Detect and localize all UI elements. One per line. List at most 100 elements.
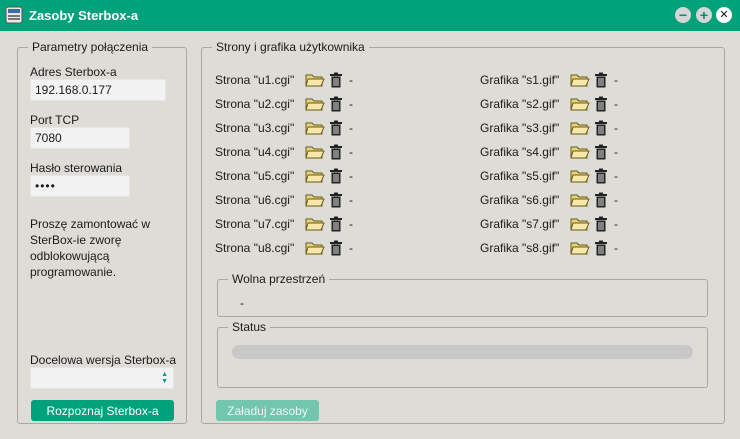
page-name: Strona "u6.cgi" xyxy=(215,193,295,207)
trash-icon[interactable] xyxy=(594,120,608,136)
page-name: Strona "u2.cgi" xyxy=(215,97,295,111)
folder-open-icon[interactable] xyxy=(305,192,325,208)
free-space-value: - xyxy=(240,296,244,310)
graphic-row: Grafika "s3.gif" - xyxy=(480,118,618,138)
maximize-button[interactable]: + xyxy=(696,7,712,23)
programming-note: Proszę zamontować w SterBox-ie zworę odb… xyxy=(30,217,151,279)
address-label: Adres Sterbox-a xyxy=(30,65,117,79)
graphic-size-value: - xyxy=(614,169,618,183)
minimize-button[interactable]: − xyxy=(675,7,691,23)
trash-icon[interactable] xyxy=(329,168,343,184)
page-size-value: - xyxy=(349,121,353,135)
minimize-icon: − xyxy=(678,7,688,23)
trash-icon[interactable] xyxy=(594,216,608,232)
graphic-name: Grafika "s5.gif" xyxy=(480,169,560,183)
folder-open-icon[interactable] xyxy=(570,120,590,136)
graphic-size-value: - xyxy=(614,217,618,231)
address-input[interactable]: 192.168.0.177 xyxy=(30,79,166,101)
page-size-value: - xyxy=(349,145,353,159)
folder-open-icon[interactable] xyxy=(305,144,325,160)
status-progress-bar xyxy=(232,345,693,359)
folder-open-icon[interactable] xyxy=(570,96,590,112)
page-row: Strona "u7.cgi" - xyxy=(215,214,353,234)
folder-open-icon[interactable] xyxy=(570,168,590,184)
trash-icon[interactable] xyxy=(594,96,608,112)
page-name: Strona "u7.cgi" xyxy=(215,217,295,231)
folder-open-icon[interactable] xyxy=(570,240,590,256)
graphic-row: Grafika "s2.gif" - xyxy=(480,94,618,114)
graphic-size-value: - xyxy=(614,73,618,87)
page-name: Strona "u4.cgi" xyxy=(215,145,295,159)
page-name: Strona "u1.cgi" xyxy=(215,73,295,87)
trash-icon[interactable] xyxy=(329,216,343,232)
folder-open-icon[interactable] xyxy=(305,96,325,112)
trash-icon[interactable] xyxy=(594,72,608,88)
graphic-name: Grafika "s7.gif" xyxy=(480,217,560,231)
graphic-name: Grafika "s6.gif" xyxy=(480,193,560,207)
page-name: Strona "u8.cgi" xyxy=(215,241,295,255)
port-input[interactable]: 7080 xyxy=(30,127,130,149)
page-size-value: - xyxy=(349,97,353,111)
trash-icon[interactable] xyxy=(329,192,343,208)
password-label: Hasło sterowania xyxy=(30,161,123,175)
page-row: Strona "u6.cgi" - xyxy=(215,190,353,210)
page-row: Strona "u5.cgi" - xyxy=(215,166,353,186)
graphic-row: Grafika "s8.gif" - xyxy=(480,238,618,258)
version-label: Docelowa wersja Sterbox-a xyxy=(30,353,177,367)
graphic-row: Grafika "s6.gif" - xyxy=(480,190,618,210)
trash-icon[interactable] xyxy=(329,72,343,88)
maximize-icon: + xyxy=(699,7,709,23)
graphic-size-value: - xyxy=(614,193,618,207)
graphic-name: Grafika "s2.gif" xyxy=(480,97,560,111)
folder-open-icon[interactable] xyxy=(570,72,590,88)
folder-open-icon[interactable] xyxy=(305,72,325,88)
graphic-size-value: - xyxy=(614,145,618,159)
graphic-row: Grafika "s1.gif" - xyxy=(480,70,618,90)
password-input[interactable]: •••• xyxy=(30,175,130,197)
graphic-size-value: - xyxy=(614,121,618,135)
graphic-row: Grafika "s4.gif" - xyxy=(480,142,618,162)
graphic-size-value: - xyxy=(614,97,618,111)
status-legend: Status xyxy=(228,320,271,334)
load-resources-button[interactable]: Załaduj zasoby xyxy=(216,400,319,421)
page-name: Strona "u3.cgi" xyxy=(215,121,295,135)
page-row: Strona "u2.cgi" - xyxy=(215,94,353,114)
folder-open-icon[interactable] xyxy=(305,168,325,184)
graphic-row: Grafika "s5.gif" - xyxy=(480,166,618,186)
close-icon: ✕ xyxy=(719,8,729,21)
close-button[interactable]: ✕ xyxy=(716,7,732,23)
folder-open-icon[interactable] xyxy=(570,216,590,232)
folder-open-icon[interactable] xyxy=(305,216,325,232)
trash-icon[interactable] xyxy=(329,144,343,160)
graphic-name: Grafika "s3.gif" xyxy=(480,121,560,135)
trash-icon[interactable] xyxy=(594,240,608,256)
folder-open-icon[interactable] xyxy=(305,120,325,136)
resources-legend: Strony i grafika użytkownika xyxy=(212,40,369,54)
page-name: Strona "u5.cgi" xyxy=(215,169,295,183)
spinner-arrows-icon[interactable]: ▲ ▼ xyxy=(161,371,168,385)
window-title: Zasoby Sterbox-a xyxy=(29,8,139,23)
page-size-value: - xyxy=(349,241,353,255)
graphic-name: Grafika "s4.gif" xyxy=(480,145,560,159)
trash-icon[interactable] xyxy=(329,96,343,112)
page-size-value: - xyxy=(349,193,353,207)
connection-legend: Parametry połączenia xyxy=(28,40,153,54)
page-size-value: - xyxy=(349,217,353,231)
free-space-group: Wolna przestrzeń xyxy=(217,272,708,317)
page-row: Strona "u3.cgi" - xyxy=(215,118,353,138)
folder-open-icon[interactable] xyxy=(305,240,325,256)
trash-icon[interactable] xyxy=(594,144,608,160)
folder-open-icon[interactable] xyxy=(570,192,590,208)
free-space-legend: Wolna przestrzeń xyxy=(228,272,330,286)
app-icon xyxy=(5,6,23,24)
trash-icon[interactable] xyxy=(329,120,343,136)
trash-icon[interactable] xyxy=(594,168,608,184)
graphic-name: Grafika "s1.gif" xyxy=(480,73,560,87)
folder-open-icon[interactable] xyxy=(570,144,590,160)
version-spinner[interactable]: ▲ ▼ xyxy=(30,367,174,389)
graphic-row: Grafika "s7.gif" - xyxy=(480,214,618,234)
trash-icon[interactable] xyxy=(329,240,343,256)
trash-icon[interactable] xyxy=(594,192,608,208)
detect-sterbox-button[interactable]: Rozpoznaj Sterbox-a xyxy=(31,400,174,421)
title-bar: Zasoby Sterbox-a − + ✕ xyxy=(0,0,740,31)
